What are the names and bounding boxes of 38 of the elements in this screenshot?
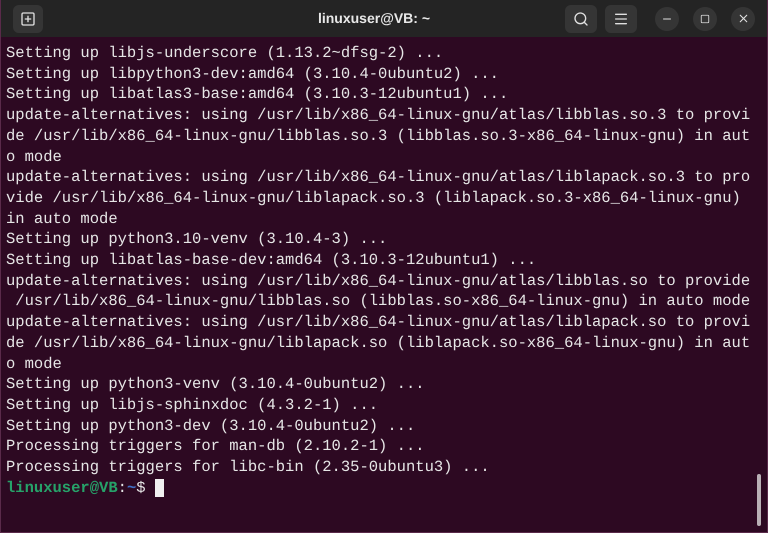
prompt-user-host: linuxuser@VB	[6, 478, 118, 498]
window-title: linuxuser@VB: ~	[318, 9, 430, 28]
output-line: Processing triggers for man-db (2.10.2-1) ...	[6, 436, 425, 458]
close-icon	[736, 12, 750, 25]
prompt-symbol: $	[136, 478, 146, 498]
new-tab-icon	[20, 10, 36, 26]
output-line: Setting up libjs-sphinxdoc (4.3.2-1) ...	[6, 394, 378, 416]
output-line: /usr/lib/x86_64-linux-gnu/libblas.so (libblas.so-x86_64-linux-gnu) in auto mode	[14, 291, 750, 312]
search-icon	[573, 10, 589, 26]
new-tab-button[interactable]	[13, 4, 43, 32]
output-line: Processing triggers for libc-bin (2.35-0ubuntu3) ...	[6, 457, 490, 478]
text-cursor	[155, 479, 164, 498]
output-line: Setting up python3.10-venv (3.10.4-3) ...	[6, 229, 388, 250]
output-line: o mode	[6, 146, 62, 168]
output-line: Setting up libatlas-base-dev:amd64 (3.10.3-12ubuntu1) ...	[6, 250, 536, 271]
output-line: o mode	[6, 354, 62, 374]
output-line: Setting up libpython3-dev:amd64 (3.10.4-0ubuntu2) ...	[6, 64, 499, 84]
prompt-path: ~	[126, 478, 136, 498]
maximize-icon	[700, 14, 710, 24]
output-line: update-alternatives: using /usr/lib/x86_64-linux-gnu/atlas/libblas.so to provide	[6, 270, 750, 292]
output-line: Setting up libatlas3-base:amd64 (3.10.3-12ubuntu1) ...	[6, 84, 508, 106]
menu-icon	[613, 10, 629, 26]
menu-button[interactable]	[605, 4, 637, 32]
output-line: vide /usr/lib/x86_64-linux-gnu/liblapack.so.3 (liblapack.so.3-x86_64-linux-gnu)	[6, 188, 741, 209]
scrollbar-thumb[interactable]	[757, 474, 761, 526]
output-line: de /usr/lib/x86_64-linux-gnu/libblas.so.3 (libblas.so.3-x86_64-linux-gnu) in aut	[6, 126, 750, 147]
output-line: Setting up libjs-underscore (1.13.2~dfsg-2) ...	[6, 43, 444, 64]
output-line: Setting up python3-venv (3.10.4-0ubuntu2) ...	[6, 374, 425, 395]
output-line: Setting up python3-dev (3.10.4-0ubuntu2) ...	[6, 416, 416, 436]
output-line: update-alternatives: using /usr/lib/x86_64-linux-gnu/atlas/liblapack.so to provi	[6, 312, 750, 333]
output-line: de /usr/lib/x86_64-linux-gnu/liblapack.so (liblapack.so-x86_64-linux-gnu) in aut	[6, 332, 750, 354]
output-line: update-alternatives: using /usr/lib/x86_64-linux-gnu/atlas/liblapack.so.3 to pro	[6, 167, 750, 188]
close-button[interactable]	[731, 6, 755, 30]
search-button[interactable]	[565, 4, 597, 32]
maximize-button[interactable]	[693, 6, 717, 30]
output-line: update-alternatives: using /usr/lib/x86_64-linux-gnu/atlas/libblas.so.3 to provi	[6, 105, 750, 126]
prompt-separator: :	[118, 478, 127, 498]
output-line: in auto mode	[6, 208, 118, 230]
